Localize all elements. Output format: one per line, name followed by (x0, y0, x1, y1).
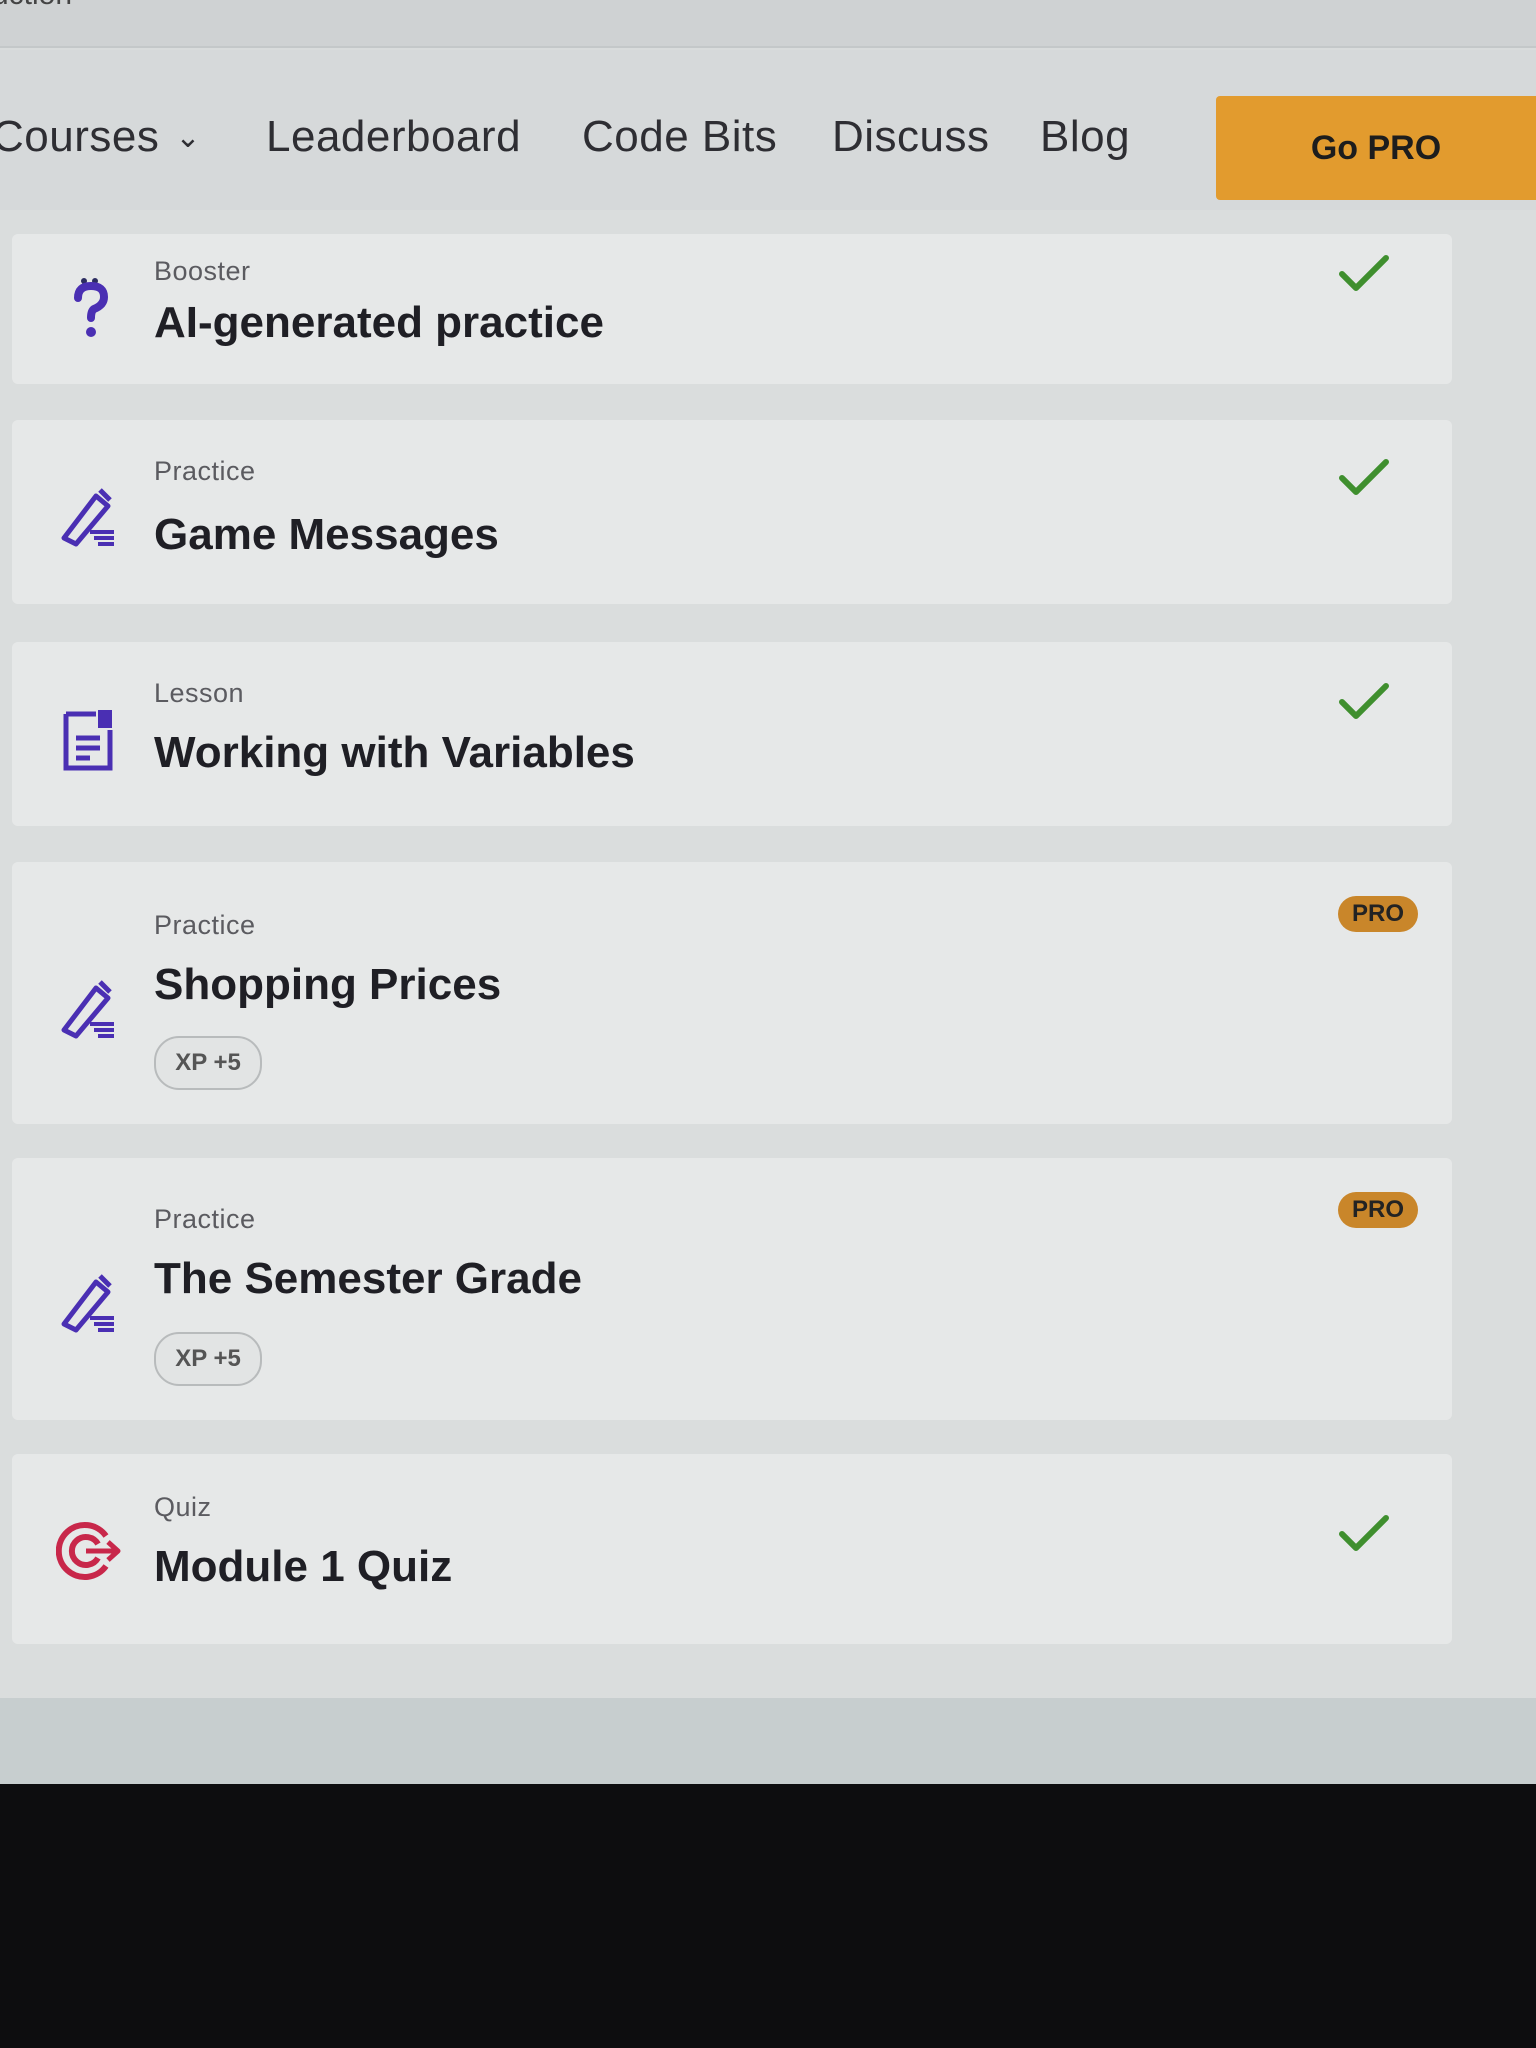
item-type: Lesson (154, 678, 245, 708)
item-title: AI-generated practice (154, 298, 604, 347)
monitor-bezel (0, 1784, 1536, 2048)
xp-chip: XP +5 (154, 1036, 262, 1090)
pro-badge: PRO (1338, 1192, 1418, 1228)
pencil-icon (61, 488, 114, 547)
list-item-practice-pro[interactable]: Practice The Semester Grade PRO XP +5 (12, 1158, 1452, 1420)
lesson-icon (63, 710, 113, 771)
pro-badge: PRO (1338, 896, 1418, 932)
check-icon (1339, 1515, 1389, 1551)
item-type: Practice (154, 456, 256, 486)
item-type: Quiz (154, 1492, 212, 1522)
list-item-booster[interactable]: Booster AI-generated practice (12, 234, 1452, 384)
list-item-lesson[interactable]: Lesson Working with Variables (12, 642, 1452, 826)
nav-courses-label: Courses (0, 112, 160, 161)
nav-discuss[interactable]: Discuss (832, 112, 990, 162)
question-icon (74, 278, 109, 337)
list-item-quiz[interactable]: Quiz Module 1 Quiz (12, 1454, 1452, 1644)
list-item-practice-pro[interactable]: Practice Shopping Prices PRO XP +5 (12, 862, 1452, 1124)
xp-chip: XP +5 (154, 1332, 262, 1386)
check-icon (1339, 459, 1389, 495)
pencil-icon (61, 1274, 114, 1333)
item-type: Practice (154, 1204, 256, 1234)
item-title: Shopping Prices (154, 960, 502, 1009)
pencil-icon (61, 980, 114, 1039)
partial-heading: uction (0, 0, 72, 12)
screen-bottom-area (0, 1698, 1536, 1784)
list-item-practice[interactable]: Practice Game Messages (12, 420, 1452, 604)
nav-leaderboard[interactable]: Leaderboard (266, 112, 521, 162)
item-title: The Semester Grade (154, 1254, 582, 1303)
nav-courses[interactable]: Courses ⌄ (0, 112, 201, 162)
chevron-down-icon: ⌄ (175, 121, 201, 154)
item-title: Working with Variables (154, 728, 635, 777)
item-type: Practice (154, 910, 256, 940)
nav-blog[interactable]: Blog (1040, 112, 1130, 162)
item-title: Module 1 Quiz (154, 1542, 453, 1591)
top-strip: uction (0, 0, 1536, 48)
check-icon (1339, 255, 1389, 291)
item-title: Game Messages (154, 510, 499, 559)
item-type: Booster (154, 256, 251, 286)
go-pro-button[interactable]: Go PRO (1216, 96, 1536, 200)
module-content: Booster AI-generated practice Practice G… (0, 210, 1536, 1698)
check-icon (1339, 683, 1389, 719)
target-icon (56, 1522, 121, 1580)
nav-code-bits[interactable]: Code Bits (582, 112, 777, 162)
